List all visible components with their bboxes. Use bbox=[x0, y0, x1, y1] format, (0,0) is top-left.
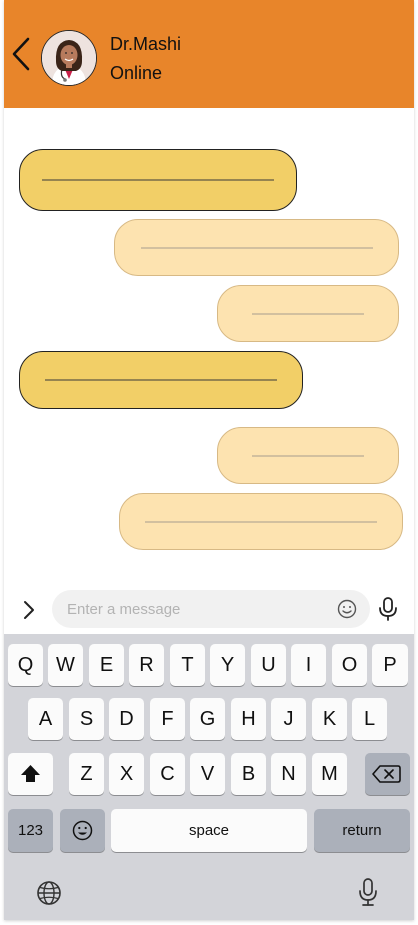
key[interactable]: U bbox=[251, 644, 286, 686]
key[interactable]: D bbox=[109, 698, 144, 740]
key-label: Q bbox=[17, 654, 34, 676]
outgoing-message bbox=[114, 219, 399, 276]
key-label: P bbox=[383, 654, 397, 676]
emoji-key-icon bbox=[72, 820, 93, 841]
key[interactable]: I bbox=[291, 644, 326, 686]
key[interactable]: V bbox=[190, 753, 225, 795]
key[interactable]: E bbox=[89, 644, 124, 686]
message-composer bbox=[4, 590, 414, 634]
key[interactable]: B bbox=[231, 753, 266, 795]
key-label: R bbox=[139, 654, 154, 676]
outgoing-message bbox=[217, 427, 399, 484]
message-placeholder-line bbox=[252, 455, 364, 456]
numbers-key[interactable]: 123 bbox=[8, 809, 53, 852]
message-placeholder-line bbox=[145, 521, 377, 522]
key[interactable]: C bbox=[150, 753, 185, 795]
incoming-message bbox=[19, 149, 297, 211]
key[interactable]: Q bbox=[8, 644, 43, 686]
return-key-label: return bbox=[342, 822, 382, 839]
key-label: N bbox=[281, 763, 296, 785]
key[interactable]: S bbox=[69, 698, 104, 740]
key-label: E bbox=[99, 654, 114, 676]
key-label: D bbox=[119, 708, 134, 730]
contact-name: Dr.Mashi bbox=[110, 34, 182, 54]
key-label: L bbox=[363, 708, 376, 730]
numbers-key-label: 123 bbox=[17, 822, 44, 839]
globe-icon[interactable] bbox=[35, 879, 63, 907]
message-placeholder-line bbox=[42, 179, 274, 181]
key-label: A bbox=[38, 708, 53, 730]
key-label: Y bbox=[220, 654, 235, 676]
key-label: J bbox=[283, 708, 294, 730]
key[interactable]: H bbox=[231, 698, 266, 740]
emoji-icon[interactable] bbox=[337, 599, 357, 619]
key-label: V bbox=[200, 763, 215, 785]
outgoing-message bbox=[217, 285, 399, 342]
key-label: K bbox=[322, 708, 337, 730]
key-label: U bbox=[261, 654, 276, 676]
key-label: I bbox=[305, 654, 312, 676]
key[interactable]: P bbox=[372, 644, 408, 686]
key[interactable]: O bbox=[332, 644, 367, 686]
avatar[interactable] bbox=[41, 30, 97, 86]
message-input[interactable] bbox=[67, 590, 327, 628]
dictation-icon[interactable] bbox=[356, 877, 380, 907]
message-field[interactable] bbox=[52, 590, 370, 628]
space-key-label: space bbox=[188, 822, 230, 839]
key-label: Z bbox=[80, 763, 93, 785]
key[interactable]: L bbox=[352, 698, 387, 740]
key[interactable]: K bbox=[312, 698, 347, 740]
message-placeholder-line bbox=[252, 313, 364, 314]
message-placeholder-line bbox=[140, 247, 373, 248]
key-label: T bbox=[181, 654, 194, 676]
key[interactable]: X bbox=[109, 753, 144, 795]
key[interactable]: N bbox=[271, 753, 306, 795]
contact-status: Online bbox=[110, 63, 163, 83]
key[interactable]: T bbox=[170, 644, 205, 686]
back-icon[interactable] bbox=[10, 36, 32, 72]
key-label: H bbox=[241, 708, 256, 730]
key[interactable]: G bbox=[190, 698, 225, 740]
key[interactable]: Z bbox=[69, 753, 104, 795]
key[interactable]: A bbox=[28, 698, 63, 740]
key[interactable]: R bbox=[129, 644, 164, 686]
incoming-message bbox=[19, 351, 303, 409]
microphone-icon[interactable] bbox=[376, 596, 400, 622]
shift-icon bbox=[21, 765, 40, 782]
key-label: W bbox=[56, 654, 75, 676]
key[interactable]: W bbox=[48, 644, 83, 686]
key[interactable]: F bbox=[150, 698, 185, 740]
outgoing-message bbox=[119, 493, 403, 550]
chat-header: Dr.Mashi Online bbox=[4, 0, 414, 108]
key-label: F bbox=[161, 708, 174, 730]
emoji-key[interactable] bbox=[60, 809, 105, 852]
key-label: O bbox=[341, 654, 358, 676]
key-label: X bbox=[119, 763, 134, 785]
key-label: M bbox=[321, 763, 338, 785]
chevron-right-icon[interactable] bbox=[22, 600, 36, 620]
backspace-key[interactable] bbox=[365, 753, 410, 795]
shift-key[interactable] bbox=[8, 753, 53, 795]
backspace-icon bbox=[372, 765, 401, 783]
key-label: S bbox=[79, 708, 94, 730]
return-key[interactable]: return bbox=[314, 809, 410, 852]
key[interactable]: Y bbox=[210, 644, 245, 686]
key-label: C bbox=[160, 763, 175, 785]
keyboard: Q W E R T Y U I O P A S D F G H J K L Z … bbox=[4, 634, 414, 920]
key-label: G bbox=[199, 708, 216, 730]
space-key[interactable]: space bbox=[111, 809, 307, 852]
key[interactable]: J bbox=[271, 698, 306, 740]
key[interactable]: M bbox=[312, 753, 347, 795]
chat-screen: Dr.Mashi Online Enter a message Q W E R … bbox=[4, 0, 414, 920]
message-placeholder-line bbox=[45, 379, 277, 381]
key-label: B bbox=[241, 763, 256, 785]
